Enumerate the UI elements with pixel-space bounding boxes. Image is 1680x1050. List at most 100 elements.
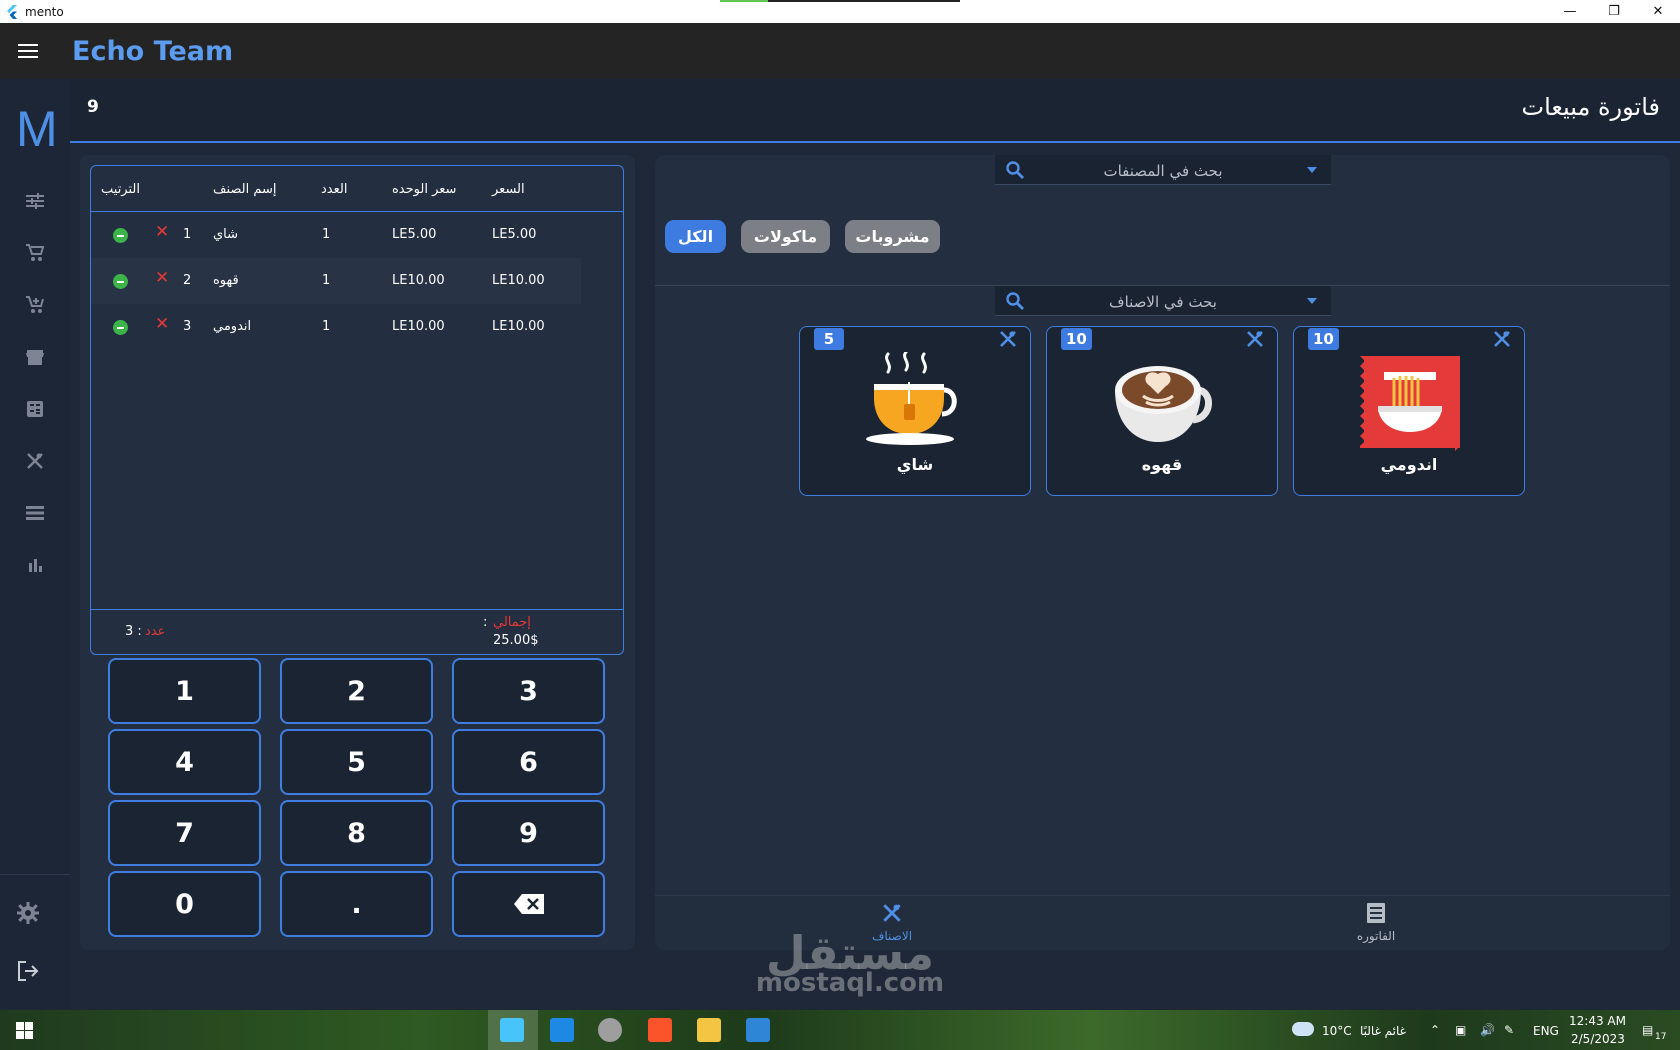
watermark: مستقل mostaql.com [730, 930, 970, 996]
window-titlebar: mento — ❐ ✕ [0, 0, 1680, 23]
logout-icon[interactable] [16, 959, 40, 983]
watermark-latin: mostaql.com [755, 968, 945, 998]
row-unit-price: LE10.00 [392, 319, 445, 334]
keypad-key-9[interactable]: 9 [452, 800, 605, 866]
row-price: LE10.00 [492, 273, 545, 288]
coffee-cup-icon [1115, 366, 1212, 442]
chip-drinks[interactable]: مشروبات [845, 220, 940, 253]
backspace-icon [513, 894, 544, 914]
calculator-icon[interactable] [23, 397, 47, 421]
bar-chart-icon[interactable] [23, 553, 47, 577]
vscode-icon[interactable] [550, 1018, 574, 1042]
nav-invoice-tab[interactable]: الفاتوره [1316, 902, 1436, 943]
row-unit-price: LE10.00 [392, 273, 445, 288]
chip-all[interactable]: الكل [665, 220, 726, 253]
nav-invoice-label: الفاتوره [1356, 929, 1396, 943]
stock-badge: 5 [814, 328, 844, 350]
item-search-input[interactable]: بحث في الاصناف [995, 286, 1331, 316]
invoice-panel: الترتيب إسم الصنف العدد سعر الوحده السعر… [80, 155, 635, 950]
page-title: فاتورة مبيعات [1521, 93, 1660, 121]
list-icon[interactable] [23, 501, 47, 525]
item-card-tea[interactable]: 5 شاي [799, 326, 1031, 496]
keypad-key-6[interactable]: 6 [452, 729, 605, 795]
total-colon: : [483, 615, 488, 630]
minimize-button[interactable]: — [1548, 0, 1592, 23]
brave-browser-icon[interactable] [648, 1018, 672, 1042]
decrease-qty-icon[interactable] [113, 228, 128, 243]
row-qty: 1 [322, 319, 331, 334]
row-name: شاي [213, 227, 239, 242]
volume-icon[interactable]: 🔊 [1480, 1023, 1495, 1037]
col-name: إسم الصنف [213, 182, 277, 197]
keypad-key-0[interactable]: 0 [108, 871, 261, 937]
tea-cup-icon [866, 352, 957, 445]
keypad-key-7[interactable]: 7 [108, 800, 261, 866]
cart-add-icon[interactable] [23, 293, 47, 317]
chevron-up-icon[interactable]: ⌃ [1430, 1023, 1440, 1037]
table-row[interactable]: ✕ 2 قهوه 1 LE10.00 LE10.00 [91, 258, 581, 304]
pen-icon[interactable]: ✎ [1504, 1023, 1514, 1037]
keypad-key-dot[interactable]: . [280, 871, 433, 937]
keypad-key-3[interactable]: 3 [452, 658, 605, 724]
settings-icon[interactable] [16, 901, 40, 925]
item-name: شاي [896, 455, 934, 474]
keypad-key-8[interactable]: 8 [280, 800, 433, 866]
store-icon[interactable] [23, 345, 47, 369]
decrease-qty-icon[interactable] [113, 320, 128, 335]
row-qty: 1 [322, 227, 331, 242]
row-unit-price: LE5.00 [392, 227, 437, 242]
restore-button[interactable]: ❐ [1592, 0, 1636, 23]
items-count-label: عدد [145, 624, 166, 639]
remove-item-icon[interactable]: ✕ [155, 224, 169, 241]
keypad-key-5[interactable]: 5 [280, 729, 433, 795]
remove-item-icon[interactable]: ✕ [155, 270, 169, 287]
item-search-placeholder: بحث في الاصناف [1109, 293, 1217, 311]
close-button[interactable]: ✕ [1636, 0, 1680, 23]
restaurant-icon[interactable] [23, 449, 47, 473]
keypad-key-4[interactable]: 4 [108, 729, 261, 795]
item-name: اندومي [1380, 455, 1438, 474]
row-order: 2 [183, 273, 192, 288]
network-icon[interactable]: ▣ [1455, 1023, 1466, 1037]
row-qty: 1 [322, 273, 331, 288]
keypad-backspace-button[interactable] [452, 871, 605, 937]
page-header: 9 فاتورة مبيعات [70, 79, 1680, 143]
keypad-key-1[interactable]: 1 [108, 658, 261, 724]
total-value: 25.00$ [493, 633, 539, 648]
row-name: اندومي [213, 319, 252, 334]
clock-time[interactable]: 12:43 AM [1569, 1014, 1626, 1028]
flutter-app-icon[interactable] [500, 1018, 524, 1042]
item-name: قهوه [1141, 455, 1183, 474]
windows-start-icon[interactable] [16, 1022, 33, 1039]
restaurant-icon [1000, 331, 1016, 347]
item-card-noodles[interactable]: 10 اندومي [1293, 326, 1525, 496]
decrease-qty-icon[interactable] [113, 274, 128, 289]
window-title: mento [25, 4, 64, 19]
language-indicator[interactable]: ENG [1533, 1024, 1559, 1038]
remove-item-icon[interactable]: ✕ [155, 316, 169, 333]
row-order: 1 [183, 227, 192, 242]
noodles-pack-icon [1360, 356, 1460, 451]
row-price: LE10.00 [492, 319, 545, 334]
category-search-input[interactable]: بحث في المصنفات [995, 155, 1331, 185]
col-price: السعر [492, 182, 525, 197]
hamburger-menu-icon[interactable] [0, 23, 56, 79]
keypad-key-2[interactable]: 2 [280, 658, 433, 724]
database-icon[interactable] [598, 1018, 622, 1042]
clock-date[interactable]: 2/5/2023 [1571, 1032, 1625, 1046]
total-label: إجمالي [493, 615, 531, 630]
table-row[interactable]: ✕ 3 اندومي 1 LE10.00 LE10.00 [91, 304, 581, 350]
item-card-coffee[interactable]: 10 قهوه [1046, 326, 1278, 496]
restaurant-icon [1494, 331, 1510, 347]
restaurant-icon [883, 904, 901, 922]
file-explorer-icon[interactable] [697, 1018, 721, 1042]
notification-icon[interactable]: ▤ [1642, 1023, 1653, 1037]
cart-icon[interactable] [23, 241, 47, 265]
chip-food[interactable]: ماكولات [741, 220, 830, 253]
photos-icon[interactable] [746, 1018, 770, 1042]
table-row[interactable]: ✕ 1 شاي 1 LE5.00 LE5.00 [91, 212, 581, 258]
weather-icon[interactable] [1292, 1022, 1314, 1036]
dropdown-arrow-icon[interactable] [1307, 298, 1317, 304]
dropdown-arrow-icon[interactable] [1307, 167, 1317, 173]
tune-icon[interactable] [23, 189, 47, 213]
